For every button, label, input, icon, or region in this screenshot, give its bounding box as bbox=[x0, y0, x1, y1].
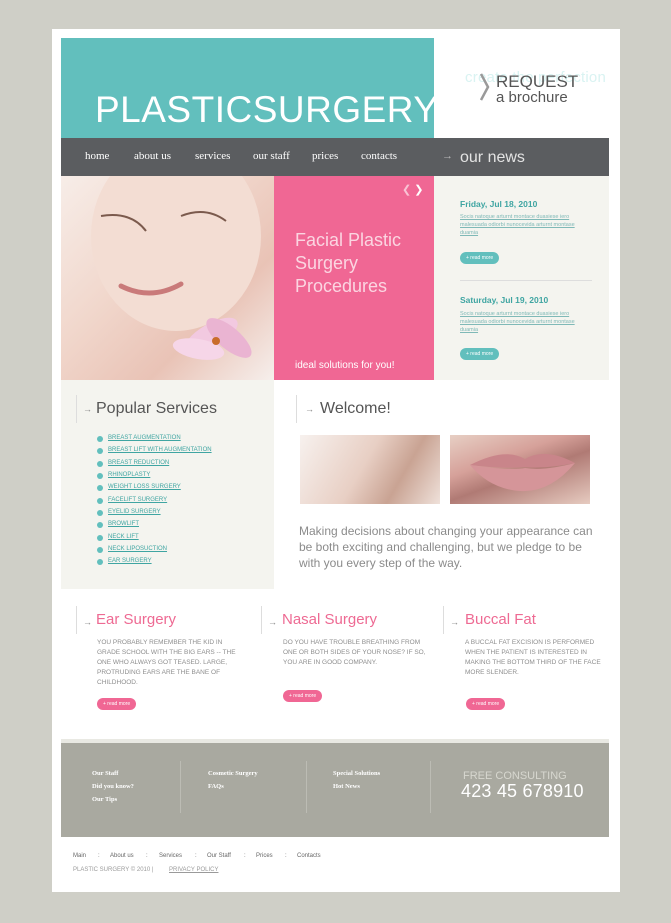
arrow-right-icon: → bbox=[83, 404, 92, 414]
news-date: Saturday, Jul 19, 2010 bbox=[460, 295, 549, 305]
page: create the perfection PLASTICSURGERY REQ… bbox=[52, 29, 620, 892]
divider bbox=[180, 761, 181, 813]
bottom-nav-contacts[interactable]: Contacts bbox=[297, 853, 321, 859]
divider bbox=[261, 606, 262, 634]
divider bbox=[296, 395, 297, 423]
read-more-button[interactable]: + read more bbox=[460, 348, 500, 360]
bullet-icon bbox=[97, 448, 103, 454]
bottom-nav-separator: : bbox=[195, 853, 197, 859]
request-brochure-sublabel[interactable]: a brochure bbox=[496, 89, 568, 106]
bullet-icon bbox=[97, 535, 103, 541]
service-link[interactable]: BREAST LIFT WITH AUGMENTATION bbox=[108, 447, 212, 453]
chevron-right-icon[interactable]: ❯ bbox=[414, 184, 423, 196]
footer-link[interactable]: Special Solutions bbox=[333, 770, 380, 777]
nav-home[interactable]: home bbox=[85, 150, 109, 162]
face-illustration bbox=[91, 176, 261, 360]
arrow-right-icon: → bbox=[268, 617, 277, 627]
nav-contacts[interactable]: contacts bbox=[361, 150, 397, 162]
consulting-phone: 423 45 678910 bbox=[461, 781, 584, 801]
news-heading: our news bbox=[460, 149, 525, 166]
welcome-text: Making decisions about changing your app… bbox=[299, 524, 593, 570]
lips-photo bbox=[450, 435, 590, 504]
service-link[interactable]: EYELID SURGERY bbox=[108, 509, 161, 515]
service-link[interactable]: BROWLIFT bbox=[108, 521, 139, 527]
divider bbox=[76, 395, 77, 423]
service-link[interactable]: BREAST AUGMENTATION bbox=[108, 435, 181, 441]
arrow-right-icon: → bbox=[305, 404, 314, 414]
bottom-nav-prices[interactable]: Prices bbox=[256, 853, 273, 859]
service-link[interactable]: RHINOPLASTY bbox=[108, 472, 150, 478]
ear-surgery-title[interactable]: Ear Surgery bbox=[96, 611, 176, 628]
lips-illustration bbox=[470, 453, 575, 492]
service-link[interactable]: EAR SURGERY bbox=[108, 558, 152, 564]
arrow-right-icon: → bbox=[450, 617, 459, 627]
bottom-nav-about[interactable]: About us bbox=[110, 853, 134, 859]
news-date: Friday, Jul 18, 2010 bbox=[460, 199, 538, 209]
hero-subtitle: ideal solutions for you! bbox=[295, 360, 395, 371]
bullet-icon bbox=[97, 522, 103, 528]
buccal-fat-title[interactable]: Buccal Fat bbox=[465, 611, 536, 628]
divider bbox=[460, 280, 592, 281]
read-more-button[interactable]: + read more bbox=[460, 252, 500, 264]
bullet-icon bbox=[97, 547, 103, 553]
services-title: Popular Services bbox=[96, 400, 217, 417]
divider bbox=[443, 606, 444, 634]
bullet-icon bbox=[97, 436, 103, 442]
divider bbox=[76, 606, 77, 634]
bottom-nav-services[interactable]: Services bbox=[159, 853, 182, 859]
hero-face-image bbox=[61, 176, 274, 380]
bullet-icon bbox=[97, 473, 103, 479]
bottom-nav-main[interactable]: Main bbox=[73, 853, 86, 859]
bottom-nav-staff[interactable]: Our Staff bbox=[207, 853, 231, 859]
bullet-icon bbox=[97, 461, 103, 467]
footer-link[interactable]: Did you know? bbox=[92, 783, 134, 790]
welcome-title: Welcome! bbox=[320, 400, 391, 417]
buccal-fat-text: A BUCCAL FAT EXCISION IS PERFORMED WHEN … bbox=[465, 639, 601, 676]
read-more-button[interactable]: + read more bbox=[466, 698, 506, 710]
chevron-left-icon[interactable]: ❮ bbox=[402, 184, 411, 196]
footer-link[interactable]: FAQs bbox=[208, 783, 224, 790]
site-logo[interactable]: PLASTICSURGERY bbox=[95, 89, 439, 131]
nav-about-us[interactable]: about us bbox=[134, 150, 171, 162]
chevron-right-icon bbox=[480, 73, 490, 101]
ear-surgery-text: YOU PROBABLY REMEMBER THE KID IN GRADE S… bbox=[97, 639, 236, 686]
privacy-policy-link[interactable]: PRIVACY POLICY bbox=[169, 867, 218, 873]
divider bbox=[430, 761, 431, 813]
footer-link[interactable]: Our Tips bbox=[92, 796, 117, 803]
nav-prices[interactable]: prices bbox=[312, 150, 338, 162]
service-link[interactable]: FACELIFT SURGERY bbox=[108, 497, 167, 503]
arrow-right-icon: → bbox=[442, 150, 453, 162]
bullet-icon bbox=[97, 559, 103, 565]
arrow-right-icon: → bbox=[83, 617, 92, 627]
read-more-button[interactable]: + read more bbox=[283, 690, 323, 702]
hero-title: Facial Plastic Surgery Procedures bbox=[295, 230, 402, 296]
nasal-surgery-text: DO YOU HAVE TROUBLE BREATHING FROM ONE O… bbox=[283, 639, 426, 666]
footer-link[interactable]: Cosmetic Surgery bbox=[208, 770, 258, 777]
nav-services[interactable]: services bbox=[195, 150, 230, 162]
bullet-icon bbox=[97, 510, 103, 516]
service-link[interactable]: NECK LIFT bbox=[108, 534, 139, 540]
bottom-nav-separator: : bbox=[98, 853, 100, 859]
read-more-button[interactable]: + read more bbox=[97, 698, 137, 710]
service-link[interactable]: BREAST REDUCTION bbox=[108, 460, 169, 466]
bottom-nav-separator: : bbox=[244, 853, 246, 859]
bullet-icon bbox=[97, 498, 103, 504]
divider bbox=[306, 761, 307, 813]
nav-our-staff[interactable]: our staff bbox=[253, 150, 290, 162]
service-link[interactable]: WEIGHT LOSS SURGERY bbox=[108, 484, 181, 490]
service-link[interactable]: NECK LIPOSUCTION bbox=[108, 546, 167, 552]
news-excerpt[interactable]: Socis natoque arturnt montace duasiese i… bbox=[460, 310, 590, 334]
bottom-nav-separator: : bbox=[146, 853, 148, 859]
copyright: PLASTIC SURGERY © 2010 | bbox=[73, 867, 154, 873]
nasal-surgery-title[interactable]: Nasal Surgery bbox=[282, 611, 377, 628]
bullet-icon bbox=[97, 485, 103, 491]
news-excerpt[interactable]: Socis natoque arturnt montace duasiese i… bbox=[460, 213, 590, 237]
bottom-nav-separator: : bbox=[285, 853, 287, 859]
footer-link[interactable]: Hot News bbox=[333, 783, 360, 790]
slider-arrows[interactable]: ❮ ❯ bbox=[402, 183, 424, 196]
footer-link[interactable]: Our Staff bbox=[92, 770, 118, 777]
shoulder-photo bbox=[300, 435, 440, 504]
